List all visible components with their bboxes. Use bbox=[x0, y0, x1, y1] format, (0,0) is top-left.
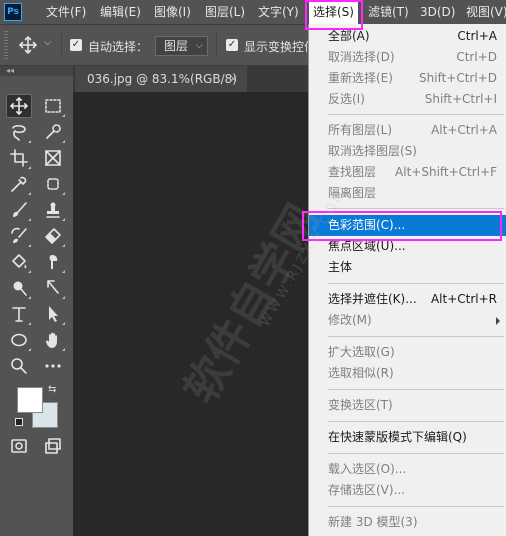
menu-view[interactable]: 视图(V) bbox=[466, 0, 506, 24]
tools-panel: ◂◂ ⇆ bbox=[0, 66, 73, 536]
paint-bucket-tool-icon[interactable] bbox=[6, 250, 32, 274]
menu-isolate-layers[interactable]: 隔离图层 bbox=[309, 183, 506, 204]
menu-filter[interactable]: 滤镜(T) bbox=[368, 0, 409, 24]
menu-separator bbox=[328, 421, 504, 422]
menu-separator bbox=[328, 453, 504, 454]
zoom-tool-icon[interactable] bbox=[6, 354, 32, 378]
more-tools-icon[interactable] bbox=[40, 354, 66, 378]
menu-reselect[interactable]: 重新选择(E) Shift+Ctrl+D bbox=[309, 68, 506, 89]
menu-quick-mask-edit[interactable]: 在快速蒙版模式下编辑(Q) bbox=[309, 427, 506, 448]
lasso-tool-icon[interactable] bbox=[6, 120, 32, 144]
clone-stamp-tool-icon[interactable] bbox=[40, 198, 66, 222]
menu-layer[interactable]: 图层(L) bbox=[205, 0, 245, 24]
submenu-arrow-icon bbox=[496, 317, 500, 325]
menu-separator bbox=[328, 506, 504, 507]
options-divider bbox=[61, 33, 62, 57]
menu-select-all[interactable]: 全部(A) Ctrl+A bbox=[309, 26, 506, 47]
show-transform-label: 显示变换控件 bbox=[244, 40, 317, 54]
chevron-down-icon[interactable]: ⌵ bbox=[44, 37, 52, 48]
menu-separator bbox=[328, 283, 504, 284]
menu-select-and-mask[interactable]: 选择并遮住(K)... Alt+Ctrl+R bbox=[309, 289, 506, 310]
menu-all-layers[interactable]: 所有图层(L) Alt+Ctrl+A bbox=[309, 120, 506, 141]
menu-modify[interactable]: 修改(M) bbox=[309, 310, 506, 331]
menu-type[interactable]: 文字(Y) bbox=[258, 0, 299, 24]
chevron-down-icon: ⌵ bbox=[195, 40, 203, 51]
move-tool-icon[interactable] bbox=[6, 94, 32, 118]
show-transform-checkbox[interactable]: ✓ bbox=[226, 39, 238, 51]
auto-select-checkbox[interactable]: ✓ bbox=[70, 39, 82, 51]
photoshop-logo-icon[interactable]: Ps bbox=[4, 3, 22, 21]
menu-bar: Ps 文件(F) 编辑(E) 图像(I) 图层(L) 文字(Y) 选择(S) 滤… bbox=[0, 0, 506, 25]
auto-select-target-value: 图层 bbox=[164, 39, 189, 53]
type-tool-icon[interactable] bbox=[6, 302, 32, 326]
menu-separator bbox=[328, 389, 504, 390]
auto-select-target-dropdown[interactable]: 图层 ⌵ bbox=[155, 36, 208, 56]
document-tab-title: 036.jpg @ 83.1%(RGB/8) bbox=[87, 72, 237, 86]
close-icon[interactable]: × bbox=[229, 66, 238, 92]
auto-select-label: 自动选择： bbox=[88, 40, 149, 54]
menu-file[interactable]: 文件(F) bbox=[46, 0, 86, 24]
eyedropper-tool-icon[interactable] bbox=[6, 172, 32, 196]
crop-tool-icon[interactable] bbox=[6, 146, 32, 170]
menu-inverse[interactable]: 反选(I) Shift+Ctrl+I bbox=[309, 89, 506, 110]
menu-deselect-layers[interactable]: 取消选择图层(S) bbox=[309, 141, 506, 162]
path-selection-tool-icon[interactable] bbox=[40, 302, 66, 326]
history-brush-tool-icon[interactable] bbox=[6, 224, 32, 248]
options-divider bbox=[216, 33, 217, 57]
document-tab[interactable]: 036.jpg @ 83.1%(RGB/8) × bbox=[75, 66, 247, 92]
brush-tool-icon[interactable] bbox=[6, 198, 32, 222]
menu-focus-area[interactable]: 焦点区域(U)... bbox=[309, 236, 506, 257]
hand-tool-icon[interactable] bbox=[40, 328, 66, 352]
screen-mode-icon[interactable] bbox=[40, 434, 66, 458]
menu-edit[interactable]: 编辑(E) bbox=[100, 0, 141, 24]
pen-tool-icon[interactable] bbox=[40, 276, 66, 300]
menu-select[interactable]: 选择(S) bbox=[309, 0, 358, 24]
move-tool-preset-icon[interactable] bbox=[18, 35, 38, 58]
menu-color-range[interactable]: 色彩范围(C)... bbox=[309, 215, 506, 236]
menu-image[interactable]: 图像(I) bbox=[154, 0, 191, 24]
menu-find-layers[interactable]: 查找图层 Alt+Shift+Ctrl+F bbox=[309, 162, 506, 183]
eraser-tool-icon[interactable] bbox=[40, 224, 66, 248]
menu-grow[interactable]: 扩大选取(G) bbox=[309, 342, 506, 363]
smudge-tool-icon[interactable] bbox=[40, 250, 66, 274]
options-bar-grip[interactable] bbox=[4, 31, 8, 59]
menu-new-3d-model[interactable]: 新建 3D 模型(3) bbox=[309, 512, 506, 533]
rectangular-marquee-tool-icon[interactable] bbox=[40, 94, 66, 118]
foreground-color-swatch[interactable] bbox=[17, 387, 43, 413]
menu-3d[interactable]: 3D(D) bbox=[420, 0, 455, 24]
quick-mask-icon[interactable] bbox=[6, 434, 32, 458]
menu-separator bbox=[328, 208, 504, 209]
dodge-tool-icon[interactable] bbox=[6, 276, 32, 300]
menu-save-selection[interactable]: 存储选区(V)... bbox=[309, 480, 506, 501]
menu-subject[interactable]: 主体 bbox=[309, 257, 506, 278]
menu-deselect[interactable]: 取消选择(D) Ctrl+D bbox=[309, 47, 506, 68]
menu-separator bbox=[328, 114, 504, 115]
menu-transform-selection[interactable]: 变换选区(T) bbox=[309, 395, 506, 416]
quick-selection-tool-icon[interactable] bbox=[40, 120, 66, 144]
tools-panel-collapse[interactable]: ◂◂ bbox=[0, 66, 73, 76]
menu-separator bbox=[328, 336, 504, 337]
ellipse-tool-icon[interactable] bbox=[6, 328, 32, 352]
spot-healing-brush-tool-icon[interactable] bbox=[40, 172, 66, 196]
swap-colors-icon[interactable]: ⇆ bbox=[48, 384, 56, 395]
select-menu-dropdown: 全部(A) Ctrl+A 取消选择(D) Ctrl+D 重新选择(E) Shift+C… bbox=[308, 24, 506, 536]
frame-tool-icon[interactable] bbox=[40, 146, 66, 170]
menu-similar[interactable]: 选取相似(R) bbox=[309, 363, 506, 384]
default-colors-icon[interactable] bbox=[15, 418, 23, 426]
menu-load-selection[interactable]: 载入选区(O)... bbox=[309, 459, 506, 480]
